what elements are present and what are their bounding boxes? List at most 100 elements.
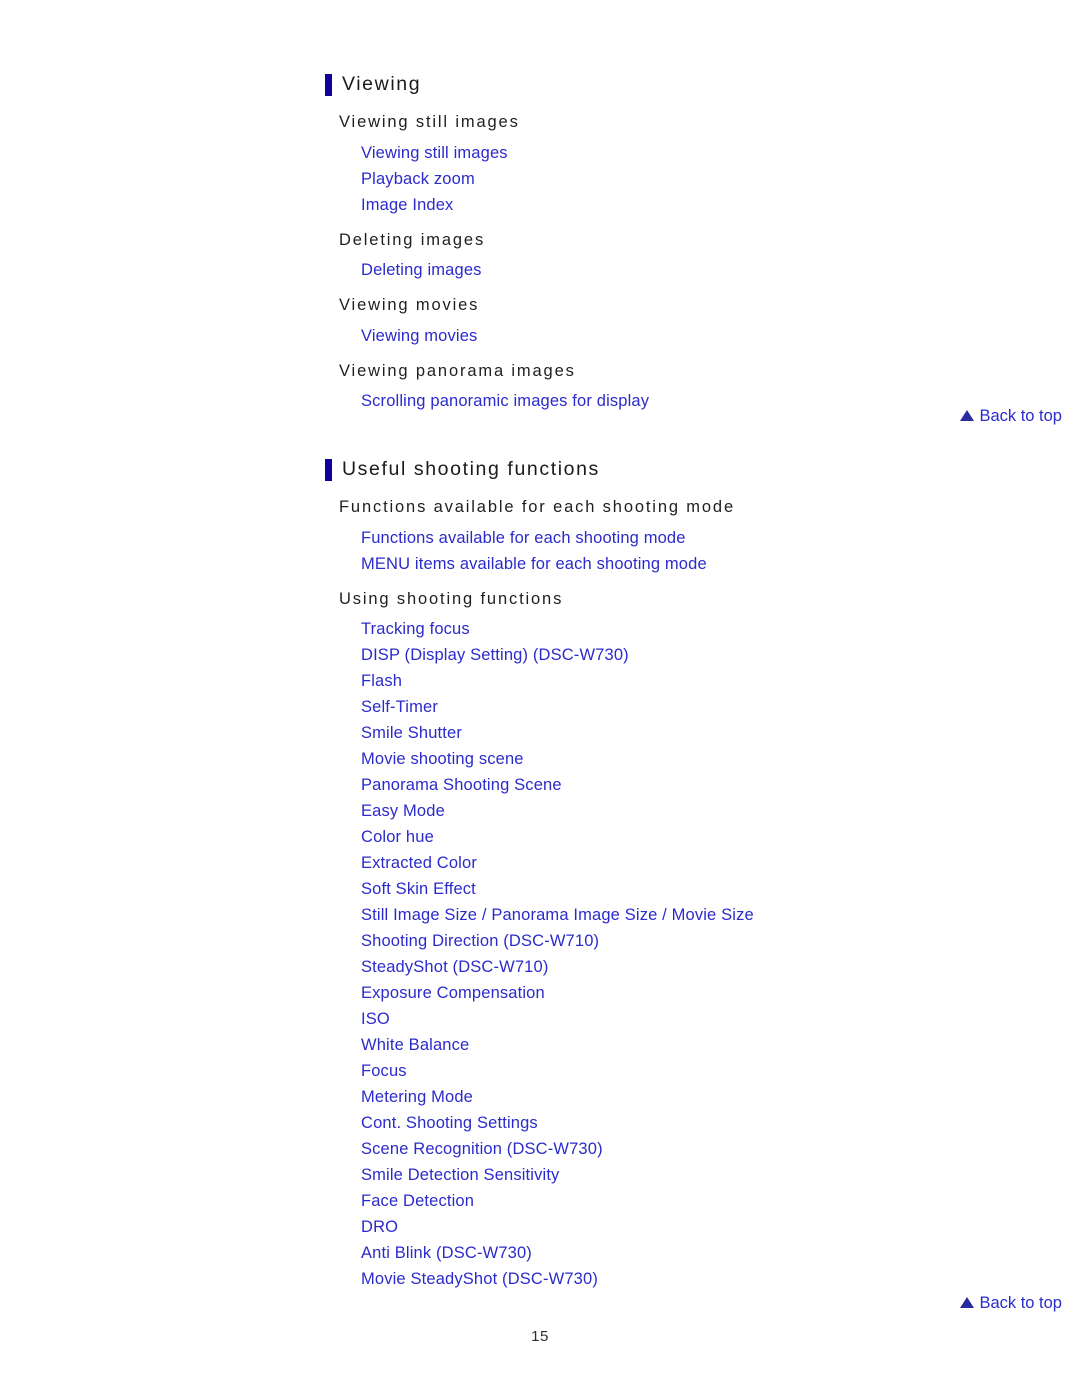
- toc-group-heading: Viewing panorama images: [339, 361, 576, 380]
- toc-link-list: Tracking focus DISP (Display Setting) (D…: [325, 616, 1065, 1292]
- list-item: SteadyShot (DSC-W710): [361, 954, 1065, 980]
- list-item: ISO: [361, 1006, 1065, 1032]
- section-viewing: Viewing Viewing still images Viewing sti…: [325, 73, 1065, 415]
- list-item: White Balance: [361, 1032, 1065, 1058]
- list-item: Movie shooting scene: [361, 746, 1065, 772]
- list-item: Extracted Color: [361, 850, 1065, 876]
- list-item: Self-Timer: [361, 694, 1065, 720]
- list-item: Functions available for each shooting mo…: [361, 525, 1065, 551]
- section-heading-viewing: Viewing: [325, 73, 1065, 96]
- toc-link[interactable]: Extracted Color: [361, 850, 477, 876]
- list-item: Metering Mode: [361, 1084, 1065, 1110]
- back-to-top-link[interactable]: Back to top: [960, 1295, 1062, 1312]
- toc-link-list: Deleting images: [325, 257, 1065, 283]
- list-item: Viewing movies: [361, 323, 1065, 349]
- toc-link[interactable]: Metering Mode: [361, 1084, 473, 1110]
- list-item: Soft Skin Effect: [361, 876, 1065, 902]
- toc-link-list: Viewing still images Playback zoom Image…: [325, 140, 1065, 218]
- triangle-up-icon: [960, 409, 975, 421]
- toc-link[interactable]: Scene Recognition (DSC-W730): [361, 1136, 603, 1162]
- list-item: Playback zoom: [361, 166, 1065, 192]
- list-item: Anti Blink (DSC-W730): [361, 1240, 1065, 1266]
- section-useful-shooting-functions: Useful shooting functions Functions avai…: [325, 458, 1065, 1293]
- toc-link-list: Scrolling panoramic images for display: [325, 388, 1065, 414]
- toc-link[interactable]: Tracking focus: [361, 616, 470, 642]
- list-item: Still Image Size / Panorama Image Size /…: [361, 902, 1065, 928]
- toc-group: Viewing still images Viewing still image…: [325, 110, 1065, 218]
- list-item: Color hue: [361, 824, 1065, 850]
- section-accent-bar-icon: [325, 459, 332, 481]
- toc-link[interactable]: Cont. Shooting Settings: [361, 1110, 538, 1136]
- toc-link[interactable]: Shooting Direction (DSC-W710): [361, 928, 599, 954]
- back-to-top-label: Back to top: [979, 1294, 1062, 1312]
- toc-link[interactable]: Flash: [361, 668, 402, 694]
- list-item: Cont. Shooting Settings: [361, 1110, 1065, 1136]
- list-item: MENU items available for each shooting m…: [361, 551, 1065, 577]
- toc-link[interactable]: Focus: [361, 1058, 407, 1084]
- list-item: Panorama Shooting Scene: [361, 772, 1065, 798]
- list-item: Tracking focus: [361, 616, 1065, 642]
- toc-link[interactable]: DRO: [361, 1214, 398, 1240]
- list-item: Focus: [361, 1058, 1065, 1084]
- toc-link[interactable]: Panorama Shooting Scene: [361, 772, 562, 798]
- toc-link[interactable]: Exposure Compensation: [361, 980, 545, 1006]
- list-item: Exposure Compensation: [361, 980, 1065, 1006]
- list-item: Smile Detection Sensitivity: [361, 1162, 1065, 1188]
- toc-group: Viewing panorama images Scrolling panora…: [325, 359, 1065, 415]
- toc-link[interactable]: SteadyShot (DSC-W710): [361, 954, 548, 980]
- toc-link[interactable]: Viewing movies: [361, 323, 477, 349]
- toc-link[interactable]: Image Index: [361, 192, 453, 218]
- toc-link[interactable]: Soft Skin Effect: [361, 876, 476, 902]
- toc-link[interactable]: Self-Timer: [361, 694, 438, 720]
- toc-link[interactable]: Playback zoom: [361, 166, 475, 192]
- page-number: 15: [531, 1328, 549, 1345]
- list-item: Scrolling panoramic images for display: [361, 388, 1065, 414]
- toc-group-heading: Viewing movies: [339, 296, 480, 315]
- toc-link[interactable]: Smile Detection Sensitivity: [361, 1162, 559, 1188]
- toc-group: Functions available for each shooting mo…: [325, 495, 1065, 577]
- toc-group: Viewing movies Viewing movies: [325, 293, 1065, 349]
- toc-group: Using shooting functions Tracking focus …: [325, 587, 1065, 1293]
- toc-link[interactable]: Color hue: [361, 824, 434, 850]
- document-page: Viewing Viewing still images Viewing sti…: [0, 0, 1080, 1397]
- toc-link[interactable]: Anti Blink (DSC-W730): [361, 1240, 532, 1266]
- back-to-top-link[interactable]: Back to top: [960, 408, 1062, 425]
- toc-link[interactable]: Scrolling panoramic images for display: [361, 388, 649, 414]
- list-item: DISP (Display Setting) (DSC-W730): [361, 642, 1065, 668]
- list-item: Viewing still images: [361, 140, 1065, 166]
- list-item: Scene Recognition (DSC-W730): [361, 1136, 1065, 1162]
- section-accent-bar-icon: [325, 74, 332, 96]
- back-to-top-label: Back to top: [979, 407, 1062, 425]
- list-item: Deleting images: [361, 257, 1065, 283]
- section-heading-useful-shooting-functions: Useful shooting functions: [325, 458, 1065, 481]
- toc-link[interactable]: ISO: [361, 1006, 390, 1032]
- section-title: Useful shooting functions: [342, 458, 600, 481]
- toc-group-heading: Using shooting functions: [339, 589, 564, 608]
- toc-link[interactable]: Movie shooting scene: [361, 746, 524, 772]
- toc-link[interactable]: Viewing still images: [361, 140, 508, 166]
- toc-group-heading: Viewing still images: [339, 113, 520, 131]
- toc-link[interactable]: DISP (Display Setting) (DSC-W730): [361, 642, 629, 668]
- list-item: Image Index: [361, 192, 1065, 218]
- toc-group-heading: Deleting images: [339, 230, 486, 249]
- list-item: Movie SteadyShot (DSC-W730): [361, 1266, 1065, 1292]
- triangle-up-icon: [960, 1296, 975, 1308]
- toc-group: Deleting images Deleting images: [325, 228, 1065, 284]
- toc-link[interactable]: Smile Shutter: [361, 720, 462, 746]
- toc-link[interactable]: Face Detection: [361, 1188, 474, 1214]
- list-item: Shooting Direction (DSC-W710): [361, 928, 1065, 954]
- list-item: DRO: [361, 1214, 1065, 1240]
- toc-link[interactable]: Still Image Size / Panorama Image Size /…: [361, 902, 754, 928]
- toc-link[interactable]: Functions available for each shooting mo…: [361, 525, 686, 551]
- toc-link-list: Viewing movies: [325, 323, 1065, 349]
- toc-link[interactable]: MENU items available for each shooting m…: [361, 551, 707, 577]
- list-item: Easy Mode: [361, 798, 1065, 824]
- toc-link[interactable]: White Balance: [361, 1032, 469, 1058]
- toc-link[interactable]: Deleting images: [361, 257, 482, 283]
- toc-link[interactable]: Movie SteadyShot (DSC-W730): [361, 1266, 598, 1292]
- list-item: Smile Shutter: [361, 720, 1065, 746]
- toc-link-list: Functions available for each shooting mo…: [325, 525, 1065, 577]
- page-title: Viewing: [342, 73, 422, 96]
- toc-group-heading: Functions available for each shooting mo…: [339, 498, 735, 516]
- toc-link[interactable]: Easy Mode: [361, 798, 445, 824]
